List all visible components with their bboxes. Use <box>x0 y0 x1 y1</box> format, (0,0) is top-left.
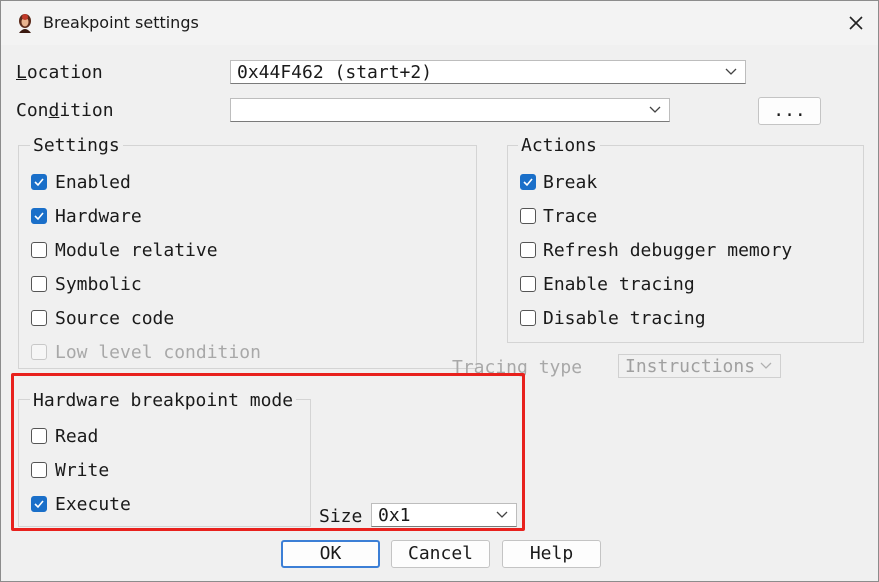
low-level-condition-checkbox <box>31 344 47 360</box>
symbolic-label: Symbolic <box>55 274 142 295</box>
hardware-checkbox[interactable] <box>31 208 47 224</box>
break-checkbox[interactable] <box>520 174 536 190</box>
help-button[interactable]: Help <box>502 540 601 568</box>
location-value: 0x44F462 (start+2) <box>237 62 433 83</box>
location-label: Location <box>16 62 103 83</box>
location-combo[interactable]: 0x44F462 (start+2) <box>230 60 746 84</box>
browse-condition-button[interactable]: ... <box>758 97 821 125</box>
settings-group-title: Settings <box>30 135 123 156</box>
window-title: Breakpoint settings <box>43 13 199 32</box>
module-relative-label: Module relative <box>55 240 218 261</box>
enabled-checkbox[interactable] <box>31 174 47 190</box>
break-label: Break <box>543 172 598 193</box>
chevron-down-icon <box>725 68 737 75</box>
location-label-rest: ocation <box>26 62 103 83</box>
low-level-condition-label: Low level condition <box>55 342 261 363</box>
refresh-debugger-memory-label: Refresh debugger memory <box>543 240 793 261</box>
trace-label: Trace <box>543 206 598 227</box>
enabled-label: Enabled <box>55 172 131 193</box>
disable-tracing-checkbox[interactable] <box>520 310 536 326</box>
ok-button[interactable]: OK <box>281 540 380 568</box>
source-code-checkbox[interactable] <box>31 310 47 326</box>
tracing-type-value: Instructions <box>625 356 756 377</box>
app-icon <box>19 14 31 33</box>
disable-tracing-label: Disable tracing <box>543 308 706 329</box>
title-bar: Breakpoint settings <box>1 1 878 45</box>
tracing-type-combo: Instructions <box>618 354 781 378</box>
condition-label: Condition <box>16 100 114 121</box>
condition-combo[interactable] <box>230 98 670 122</box>
refresh-debugger-memory-checkbox[interactable] <box>520 242 536 258</box>
enable-tracing-checkbox[interactable] <box>520 276 536 292</box>
cancel-button[interactable]: Cancel <box>391 540 490 568</box>
chevron-down-icon <box>760 362 772 369</box>
enable-tracing-label: Enable tracing <box>543 274 695 295</box>
trace-checkbox[interactable] <box>520 208 536 224</box>
chevron-down-icon <box>649 106 661 113</box>
close-button[interactable] <box>839 7 873 39</box>
breakpoint-settings-dialog: Breakpoint settings Location 0x44F462 (s… <box>0 0 879 582</box>
checkmark-icon <box>34 178 44 187</box>
highlight-box <box>11 373 525 531</box>
symbolic-checkbox[interactable] <box>31 276 47 292</box>
hardware-label: Hardware <box>55 206 142 227</box>
module-relative-checkbox[interactable] <box>31 242 47 258</box>
source-code-label: Source code <box>55 308 175 329</box>
actions-group-title: Actions <box>518 135 600 156</box>
checkmark-icon <box>523 178 533 187</box>
close-icon <box>849 16 863 30</box>
checkmark-icon <box>34 212 44 221</box>
